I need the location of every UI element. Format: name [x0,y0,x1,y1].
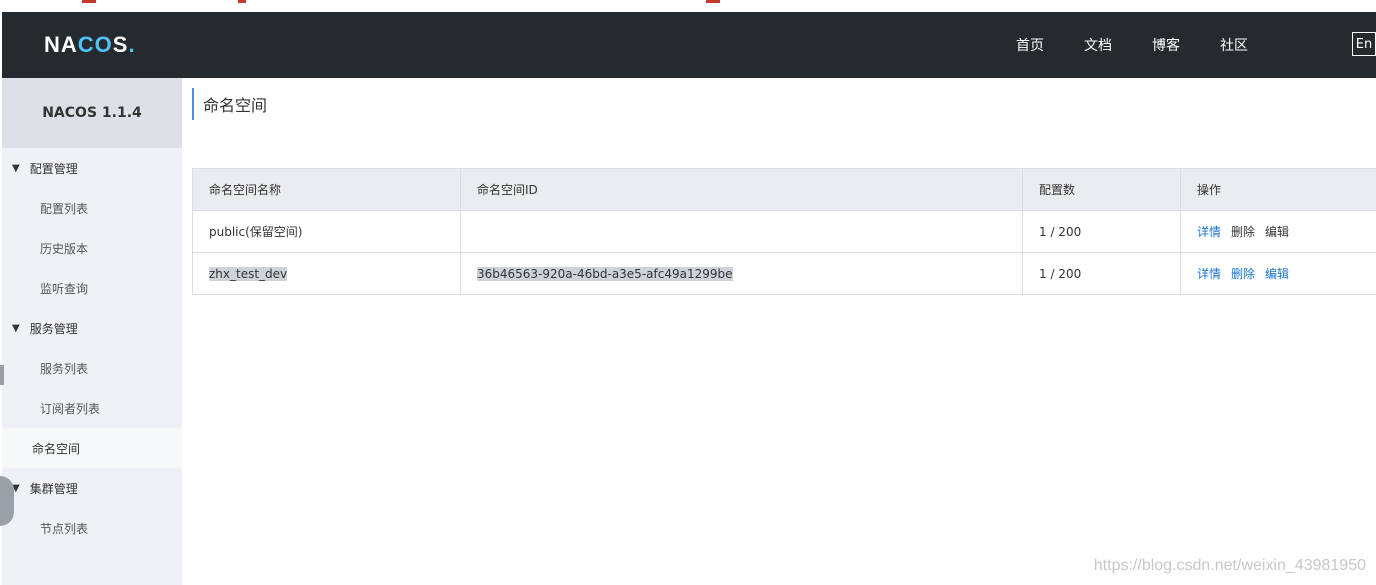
nav-blog[interactable]: 博客 [1152,35,1180,55]
detail-link[interactable]: 详情 [1197,267,1221,281]
sidebar-item-namespace[interactable]: 命名空间 [2,428,182,468]
table-header-row: 命名空间名称 命名空间ID 配置数 操作 [192,168,1376,211]
top-strip [0,0,1376,12]
logo-text-pre: NA [44,32,78,57]
namespace-name-cell: zhx_test_dev [192,252,461,295]
red-mark [82,0,96,3]
main-content: 命名空间 命名空间名称 命名空间ID 配置数 操作 public(保留空间) 1… [192,78,1376,585]
namespace-table: 命名空间名称 命名空间ID 配置数 操作 public(保留空间) 1 / 20… [192,168,1376,295]
column-header-actions: 操作 [1180,168,1376,211]
nav-home[interactable]: 首页 [1016,35,1044,55]
top-header: NACOS. 首页 文档 博客 社区 En [2,12,1376,78]
table-row: public(保留空间) 1 / 200 详情 删除 编辑 [192,210,1376,253]
table-row: zhx_test_dev 36b46563-920a-46bd-a3e5-afc… [192,252,1376,295]
namespace-id-cell: 36b46563-920a-46bd-a3e5-afc49a1299be [460,252,1023,295]
config-count-cell: 1 / 200 [1022,210,1181,253]
nav-community[interactable]: 社区 [1220,35,1248,55]
column-header-id: 命名空间ID [460,168,1023,211]
logo-dot: . [128,32,136,57]
sidebar-item-service-list[interactable]: 服务列表 [2,348,182,388]
sidebar-item-node-list[interactable]: 节点列表 [2,508,182,548]
version-label: NACOS 1.1.4 [2,78,182,148]
delete-link[interactable]: 删除 [1231,267,1255,281]
sidebar-item-listener-query[interactable]: 监听查询 [2,268,182,308]
actions-cell: 详情 删除 编辑 [1180,252,1376,295]
actions-cell: 详情 删除 编辑 [1180,210,1376,253]
page-title: 命名空间 [192,88,267,120]
sidebar-item-history[interactable]: 历史版本 [2,228,182,268]
menu-group-label: 集群管理 [29,481,78,496]
sidebar-item-subscriber-list[interactable]: 订阅者列表 [2,388,182,428]
sidebar-collapse-handle[interactable] [0,476,14,526]
sidebar-item-config-list[interactable]: 配置列表 [2,188,182,228]
logo-text-co: CO [77,32,113,57]
sidebar: NACOS 1.1.4 ▼ 配置管理 配置列表 历史版本 监听查询 ▼ 服务管理… [2,78,182,585]
column-header-count: 配置数 [1022,168,1181,211]
logo-text-post: S [112,32,129,57]
caret-down-icon: ▼ [12,162,20,174]
top-nav: 首页 文档 博客 社区 [1016,12,1248,78]
namespace-id-text: 36b46563-920a-46bd-a3e5-afc49a1299be [477,266,733,281]
menu-group-config[interactable]: ▼ 配置管理 [2,148,182,188]
red-mark [706,0,720,3]
nacos-logo[interactable]: NACOS. [44,32,136,58]
edit-link[interactable]: 编辑 [1265,225,1289,239]
language-toggle-button[interactable]: En [1352,32,1376,56]
detail-link[interactable]: 详情 [1197,225,1221,239]
menu-group-cluster[interactable]: ▼ 集群管理 [2,468,182,508]
edge-marker [0,365,4,385]
column-header-name: 命名空间名称 [192,168,461,211]
menu-group-service[interactable]: ▼ 服务管理 [2,308,182,348]
config-count-cell: 1 / 200 [1022,252,1181,295]
menu-group-label: 服务管理 [29,321,78,336]
namespace-id-cell [460,210,1023,253]
red-mark [238,0,246,3]
menu-group-label: 配置管理 [29,161,78,176]
caret-down-icon: ▼ [12,322,20,334]
namespace-name-cell: public(保留空间) [192,210,461,253]
delete-link[interactable]: 删除 [1231,225,1255,239]
namespace-name-text: zhx_test_dev [209,266,288,281]
nav-docs[interactable]: 文档 [1084,35,1112,55]
watermark: https://blog.csdn.net/weixin_43981950 [1093,557,1366,574]
edit-link[interactable]: 编辑 [1265,267,1289,281]
